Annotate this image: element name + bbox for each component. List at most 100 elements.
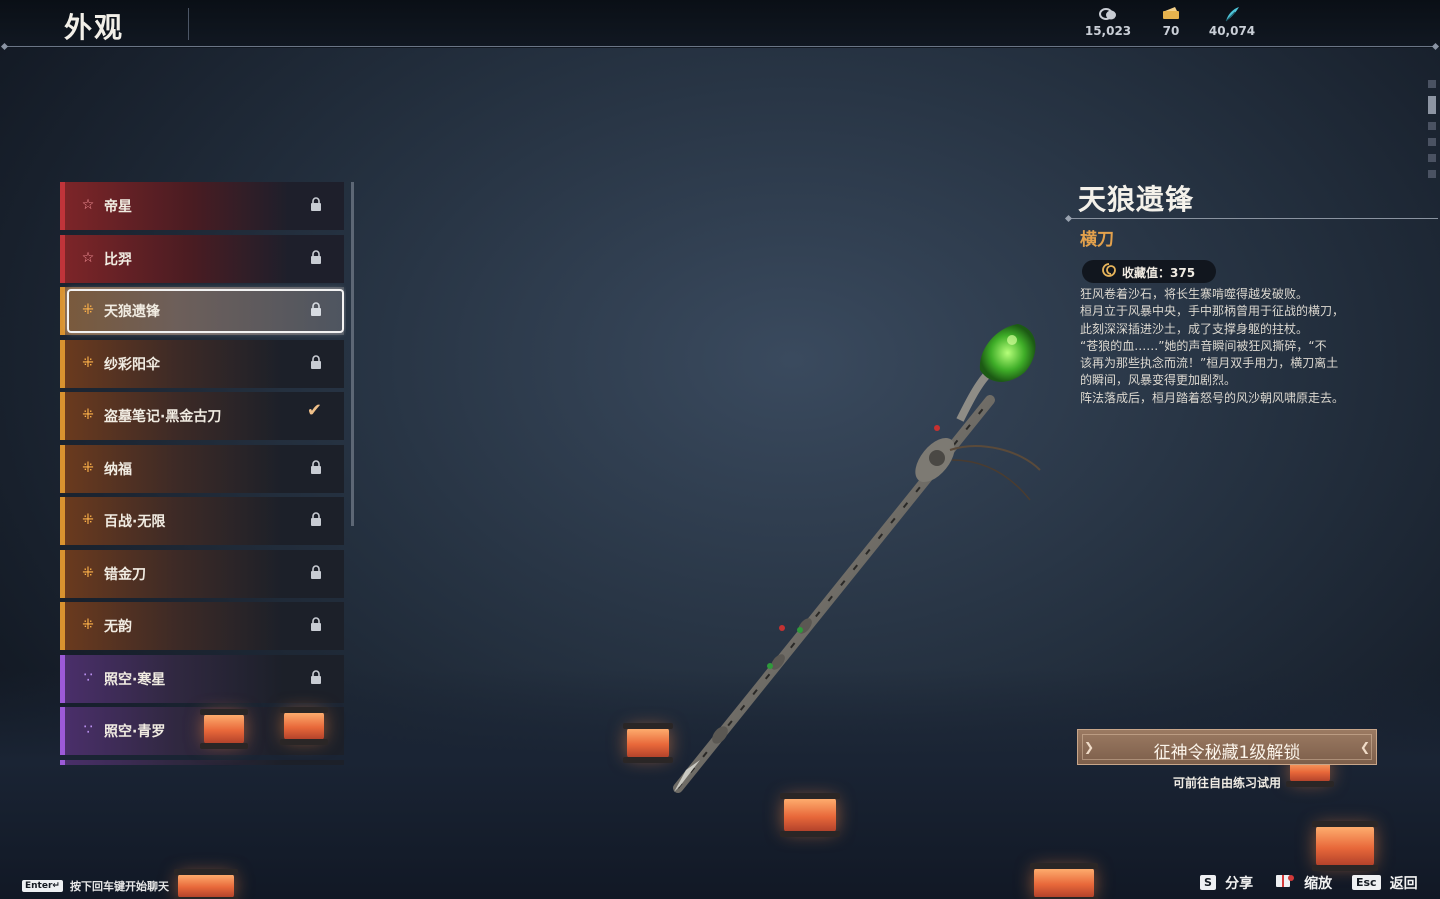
weapon-type: 横刀 [1080, 230, 1114, 250]
collection-value: 收藏值：375 [1122, 266, 1196, 280]
skin-item-baizhan[interactable]: ⁜ 百战·无限 [60, 497, 344, 545]
description-line: 的瞬间，风暴变得更加剧烈。 [1080, 373, 1237, 388]
skin-list: ☆ 帝星 ☆ 比羿 ⁜ 天狼遗锋 ⁜ 纱彩阳伞 ⁜ 盗墓笔记·黑金古刀 ✔ ⁜ … [60, 182, 346, 765]
quad-dot-icon: ⁜ [82, 617, 94, 633]
scroll-mark [1428, 122, 1436, 130]
description-line: 阵法落成后，桓月踏着怒号的风沙朝风啸原走去。 [1080, 390, 1345, 405]
skin-item-wuyun[interactable]: ⁜ 无韵 [60, 602, 344, 650]
weapon-preview[interactable] [600, 300, 1080, 820]
lantern-decoration [174, 869, 238, 899]
tri-dot-icon: ∵ [83, 722, 93, 738]
right-scroll-indicator [1428, 80, 1438, 186]
skin-item-biyi[interactable]: ☆ 比羿 [60, 235, 344, 283]
star-icon: ☆ [81, 250, 95, 266]
lock-icon [310, 512, 322, 530]
skin-item-label: 纱彩阳伞 [104, 357, 160, 373]
chat-hint[interactable]: Enter↵ 按下回车键开始聊天 [22, 875, 169, 893]
title-divider [188, 8, 189, 40]
currency-tickets: 70 [1141, 6, 1201, 38]
lock-icon [310, 197, 322, 215]
list-scrollbar[interactable] [351, 182, 354, 526]
description-line: 此刻深深插进沙土，成了支撑身躯的拄杖。 [1080, 321, 1309, 336]
lock-icon [310, 302, 322, 320]
skin-item-shacai[interactable]: ⁜ 纱彩阳伞 [60, 340, 344, 388]
lock-icon [310, 355, 322, 373]
lantern-decoration [280, 707, 328, 745]
back-label: 返回 [1389, 875, 1418, 892]
top-bar: 外观 15,023 70 40,074 [0, 0, 1440, 48]
quad-dot-icon: ⁜ [82, 460, 94, 476]
skin-item-partial[interactable] [60, 760, 344, 765]
skin-item-label: 盗墓笔记·黑金古刀 [104, 409, 222, 425]
zoom-book-icon [1275, 873, 1295, 893]
star-icon: ☆ [81, 197, 95, 213]
skin-item-label: 照空·寒星 [104, 672, 166, 688]
currency-coins-value: 15,023 [1084, 24, 1132, 38]
coin-stack-icon [1078, 6, 1138, 24]
page-title: 外观 [64, 11, 125, 44]
currency-feathers-value: 40,074 [1208, 24, 1256, 38]
skin-item-label: 纳福 [104, 462, 132, 478]
description-line: “苍狼的血……”她的声音瞬间被狂风撕碎，“不 [1080, 338, 1327, 353]
skin-item-zhaokong-hanxing[interactable]: ∵ 照空·寒星 [60, 655, 344, 703]
lock-icon [310, 565, 322, 583]
skin-description: 狂风卷着沙石，将长生寨啃噬得越发破败。 桓月立于风暴中央，手中那柄曾用于征战的横… [1080, 286, 1386, 407]
unlock-button[interactable]: ❯ 征神令秘藏1级解锁 ❮ [1077, 729, 1377, 765]
quad-dot-icon: ⁜ [82, 565, 94, 581]
share-button[interactable]: S 分享 [1200, 872, 1253, 892]
lantern-decoration [1312, 821, 1378, 871]
share-key: S [1200, 875, 1216, 890]
feather-icon [1202, 6, 1262, 24]
top-bar-divider [4, 46, 1436, 47]
scroll-mark [1428, 80, 1436, 88]
skin-item-label: 照空·青罗 [104, 724, 166, 740]
unlock-button-label: 征神令秘藏1级解锁 [1153, 743, 1301, 763]
lantern-decoration [1030, 863, 1098, 899]
collection-value-badge: 收藏值：375 [1082, 260, 1216, 283]
chat-hint-label: 按下回车键开始聊天 [70, 879, 170, 893]
skin-item-label: 天狼遗锋 [104, 304, 160, 320]
description-line: 该再为那些执念而流！”桓月双手用力，横刀离土 [1080, 356, 1339, 371]
skin-item-label: 帝星 [104, 199, 132, 215]
unlock-hint: 可前往自由练习试用 [1172, 776, 1281, 790]
quad-dot-icon: ⁜ [82, 355, 94, 371]
lock-icon [310, 670, 322, 688]
enter-key-icon: Enter↵ [22, 879, 63, 892]
scroll-mark-active [1428, 96, 1436, 114]
collection-swirl-icon [1102, 263, 1116, 281]
scroll-mark [1428, 154, 1436, 162]
lock-icon [310, 460, 322, 478]
skin-item-cuojin[interactable]: ⁜ 错金刀 [60, 550, 344, 598]
zoom-button[interactable]: 缩放 [1275, 872, 1332, 892]
scroll-mark [1428, 138, 1436, 146]
share-label: 分享 [1225, 875, 1254, 892]
skin-item-daomu[interactable]: ⁜ 盗墓笔记·黑金古刀 ✔ [60, 392, 344, 440]
currency-feathers: 40,074 [1202, 6, 1262, 38]
chevron-right-icon: ❮ [1359, 740, 1370, 754]
skin-item-tianlang-selected[interactable]: ⁜ 天狼遗锋 [60, 287, 344, 335]
lock-icon [310, 617, 322, 635]
skin-item-dixing[interactable]: ☆ 帝星 [60, 182, 344, 230]
ticket-icon [1141, 6, 1201, 24]
description-line: 桓月立于风暴中央，手中那柄曾用于征战的横刀， [1080, 304, 1345, 319]
lock-icon [310, 250, 322, 268]
quad-dot-icon: ⁜ [82, 407, 94, 423]
back-button[interactable]: Esc 返回 [1352, 872, 1418, 892]
skin-name: 天狼遗锋 [1078, 183, 1195, 216]
currency-tickets-value: 70 [1162, 24, 1180, 38]
esc-key: Esc [1352, 875, 1381, 890]
check-icon: ✔ [306, 400, 322, 421]
skin-item-label: 错金刀 [104, 567, 146, 583]
lantern-decoration [200, 709, 248, 749]
zoom-label: 缩放 [1304, 875, 1333, 892]
title-divider [1068, 218, 1438, 219]
skin-item-label: 百战·无限 [104, 514, 166, 530]
currency-coins: 15,023 [1078, 6, 1138, 38]
description-line: 狂风卷着沙石，将长生寨啃噬得越发破败。 [1080, 287, 1309, 301]
quad-dot-icon: ⁜ [82, 302, 94, 318]
skin-item-label: 比羿 [104, 252, 132, 268]
skin-item-label: 无韵 [104, 619, 132, 635]
quad-dot-icon: ⁜ [82, 512, 94, 528]
tri-dot-icon: ∵ [83, 670, 93, 686]
skin-item-nafu[interactable]: ⁜ 纳福 [60, 445, 344, 493]
